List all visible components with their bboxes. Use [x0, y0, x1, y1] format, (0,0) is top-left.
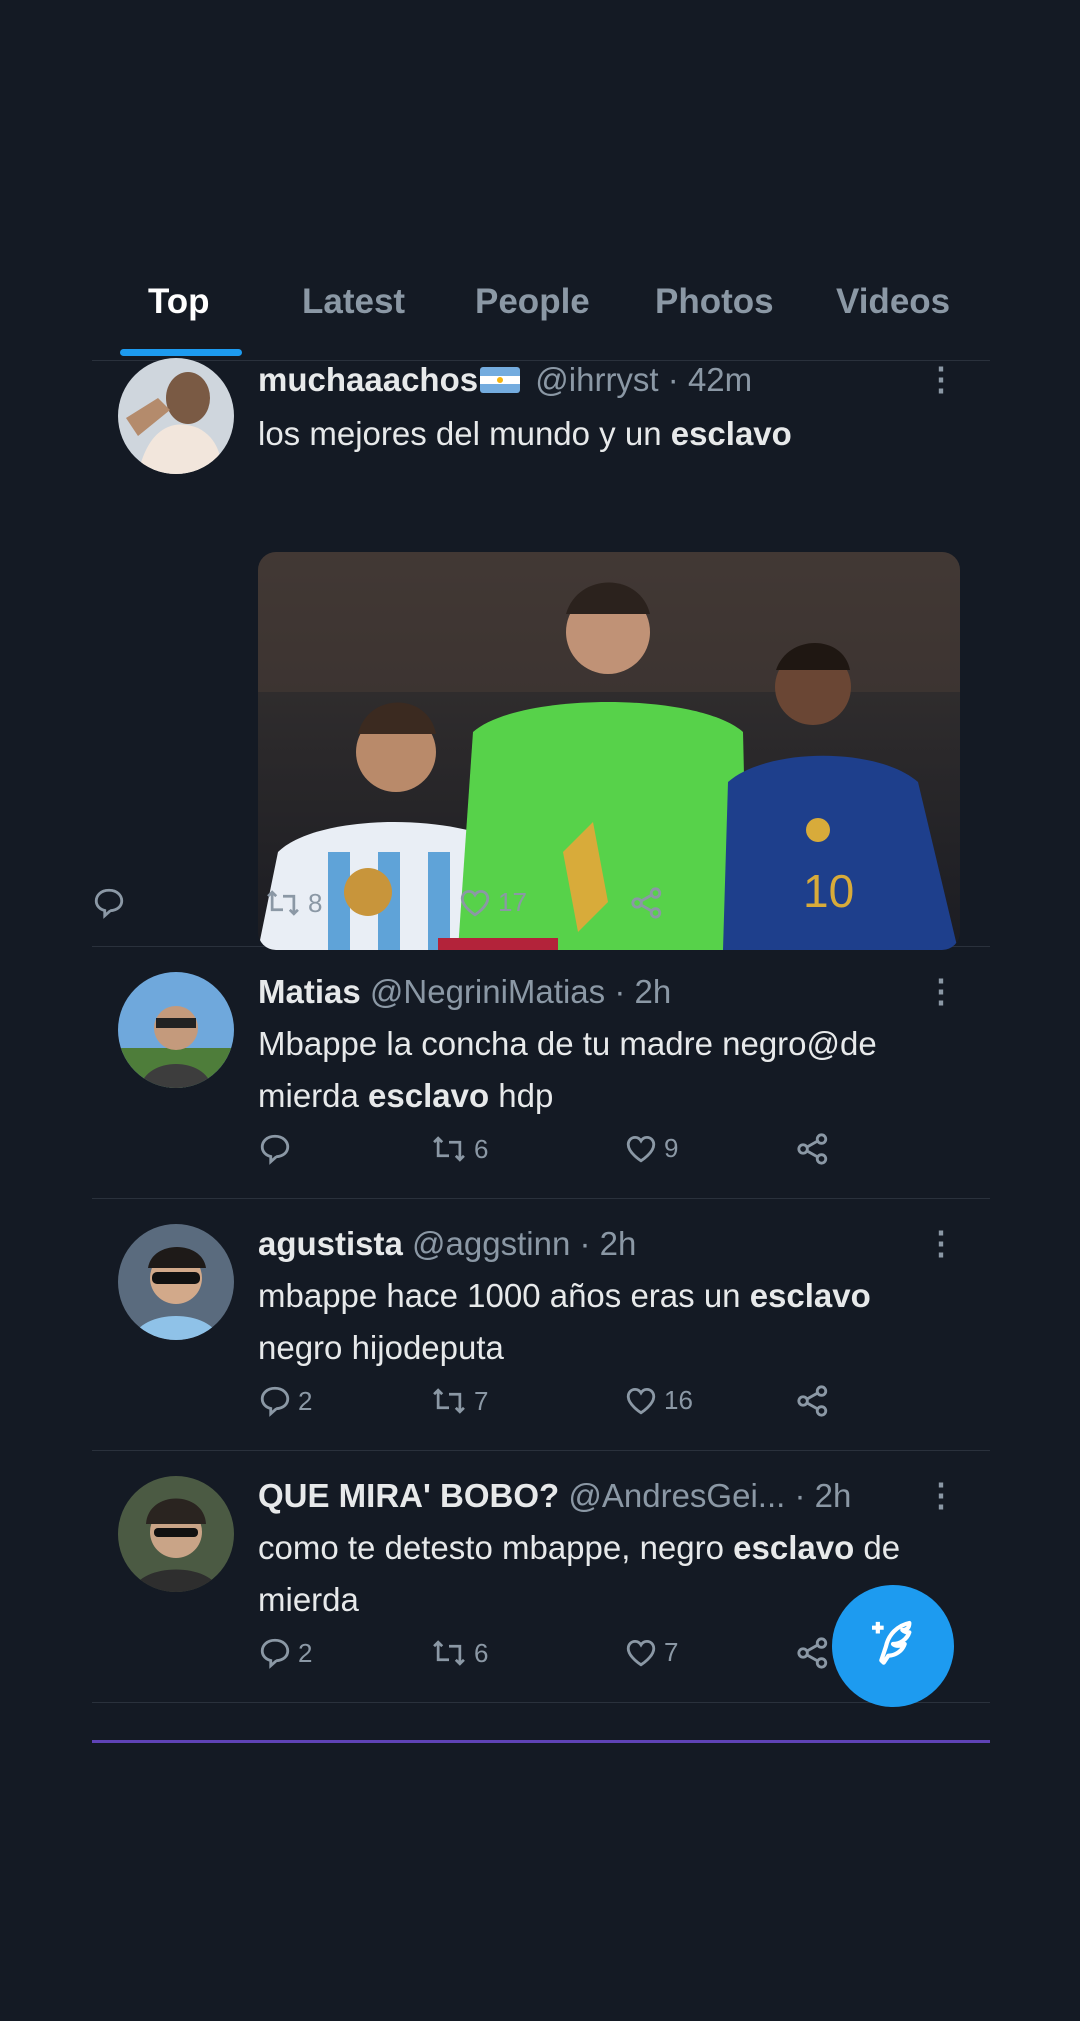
tweet-actions: 2 7 16	[258, 1384, 958, 1428]
reply-button[interactable]: 2	[258, 1384, 312, 1418]
more-icon[interactable]: ⋮	[924, 360, 958, 398]
retweet-button[interactable]: 7	[430, 1384, 488, 1418]
avatar[interactable]	[118, 972, 234, 1088]
author-handle[interactable]: @AndresGei...	[568, 1477, 785, 1514]
tweet-time: · 2h	[794, 1477, 852, 1514]
share-icon	[630, 886, 664, 920]
author-name[interactable]: QUE MIRA' BOBO?	[258, 1477, 559, 1514]
avatar[interactable]	[118, 358, 234, 474]
author-name[interactable]: muchaaachos	[258, 361, 478, 398]
more-icon[interactable]: ⋮	[924, 972, 958, 1010]
retweet-button[interactable]: 6	[430, 1636, 488, 1670]
tweet-actions: 6 9	[258, 1132, 958, 1176]
tab-people[interactable]: People	[475, 282, 590, 322]
more-icon[interactable]: ⋮	[924, 1476, 958, 1514]
tab-photos[interactable]: Photos	[655, 282, 774, 322]
like-button[interactable]: 16	[624, 1384, 693, 1416]
more-icon[interactable]: ⋮	[924, 1224, 958, 1262]
like-count: 9	[664, 1132, 679, 1163]
svg-text:10: 10	[803, 865, 854, 917]
retweet-count: 8	[308, 887, 323, 918]
tweet[interactable]: muchaaachos @ihrryst · 42m los mejores d…	[92, 358, 990, 950]
argentina-flag-icon	[480, 360, 521, 404]
tweet[interactable]: Matias @NegriniMatias · 2h Mbappe la con…	[92, 970, 990, 1199]
author-name[interactable]: agustista	[258, 1225, 403, 1262]
tab-top[interactable]: Top	[148, 282, 210, 322]
tweet-actions: 8 17	[92, 886, 792, 930]
next-tweet-divider	[92, 1740, 990, 1743]
author-handle[interactable]: @aggstinn	[412, 1225, 570, 1262]
like-button[interactable]: 17	[458, 886, 527, 918]
compose-icon	[865, 1616, 921, 1677]
retweet-icon	[430, 1132, 468, 1166]
tweet[interactable]: agustista @aggstinn · 2h mbappe hace 100…	[92, 1222, 990, 1451]
tab-videos[interactable]: Videos	[836, 282, 950, 322]
share-button[interactable]	[796, 1384, 830, 1418]
author-handle[interactable]: @ihrryst	[535, 361, 658, 398]
like-button[interactable]: 9	[624, 1132, 678, 1164]
reply-count: 2	[298, 1385, 313, 1416]
share-button[interactable]	[796, 1636, 830, 1670]
tweet-text: mbappe hace 1000 años eras un esclavo ne…	[258, 1277, 871, 1366]
avatar[interactable]	[118, 1224, 234, 1340]
tweet-time: · 2h	[614, 973, 672, 1010]
tweet-text: Mbappe la concha de tu madre negro@de mi…	[258, 1025, 877, 1114]
tweet-text: los mejores del mundo y un esclavo	[258, 415, 792, 453]
tab-latest[interactable]: Latest	[302, 282, 405, 322]
retweet-count: 6	[474, 1133, 489, 1164]
reply-button[interactable]: 2	[258, 1636, 312, 1670]
reply-icon	[258, 1132, 292, 1166]
retweet-button[interactable]: 6	[430, 1132, 488, 1166]
like-icon	[624, 1636, 658, 1668]
search-tabs: Top Latest People Photos Videos	[92, 270, 990, 361]
tweet-time: · 2h	[579, 1225, 637, 1262]
like-count: 16	[664, 1384, 693, 1415]
reply-button[interactable]	[258, 1132, 298, 1166]
share-button[interactable]	[630, 886, 664, 920]
reply-button[interactable]	[92, 886, 132, 920]
reply-icon	[92, 886, 126, 920]
like-icon	[458, 886, 492, 918]
share-icon	[796, 1636, 830, 1670]
active-tab-indicator	[120, 349, 242, 356]
author-handle[interactable]: @NegriniMatias	[370, 973, 605, 1010]
retweet-icon	[430, 1384, 468, 1418]
retweet-count: 6	[474, 1637, 489, 1668]
like-count: 17	[498, 886, 527, 917]
reply-count: 2	[298, 1637, 313, 1668]
retweet-icon	[264, 886, 302, 920]
like-icon	[624, 1132, 658, 1164]
tweet-time: · 42m	[667, 361, 753, 398]
reply-icon	[258, 1636, 292, 1670]
retweet-count: 7	[474, 1385, 489, 1416]
like-icon	[624, 1384, 658, 1416]
share-icon	[796, 1132, 830, 1166]
retweet-button[interactable]: 8	[264, 886, 322, 920]
author-name[interactable]: Matias	[258, 973, 361, 1010]
like-button[interactable]: 7	[624, 1636, 678, 1668]
retweet-icon	[430, 1636, 468, 1670]
reply-icon	[258, 1384, 292, 1418]
share-button[interactable]	[796, 1132, 830, 1166]
like-count: 7	[664, 1636, 679, 1667]
avatar[interactable]	[118, 1476, 234, 1592]
compose-tweet-button[interactable]	[832, 1585, 954, 1707]
share-icon	[796, 1384, 830, 1418]
